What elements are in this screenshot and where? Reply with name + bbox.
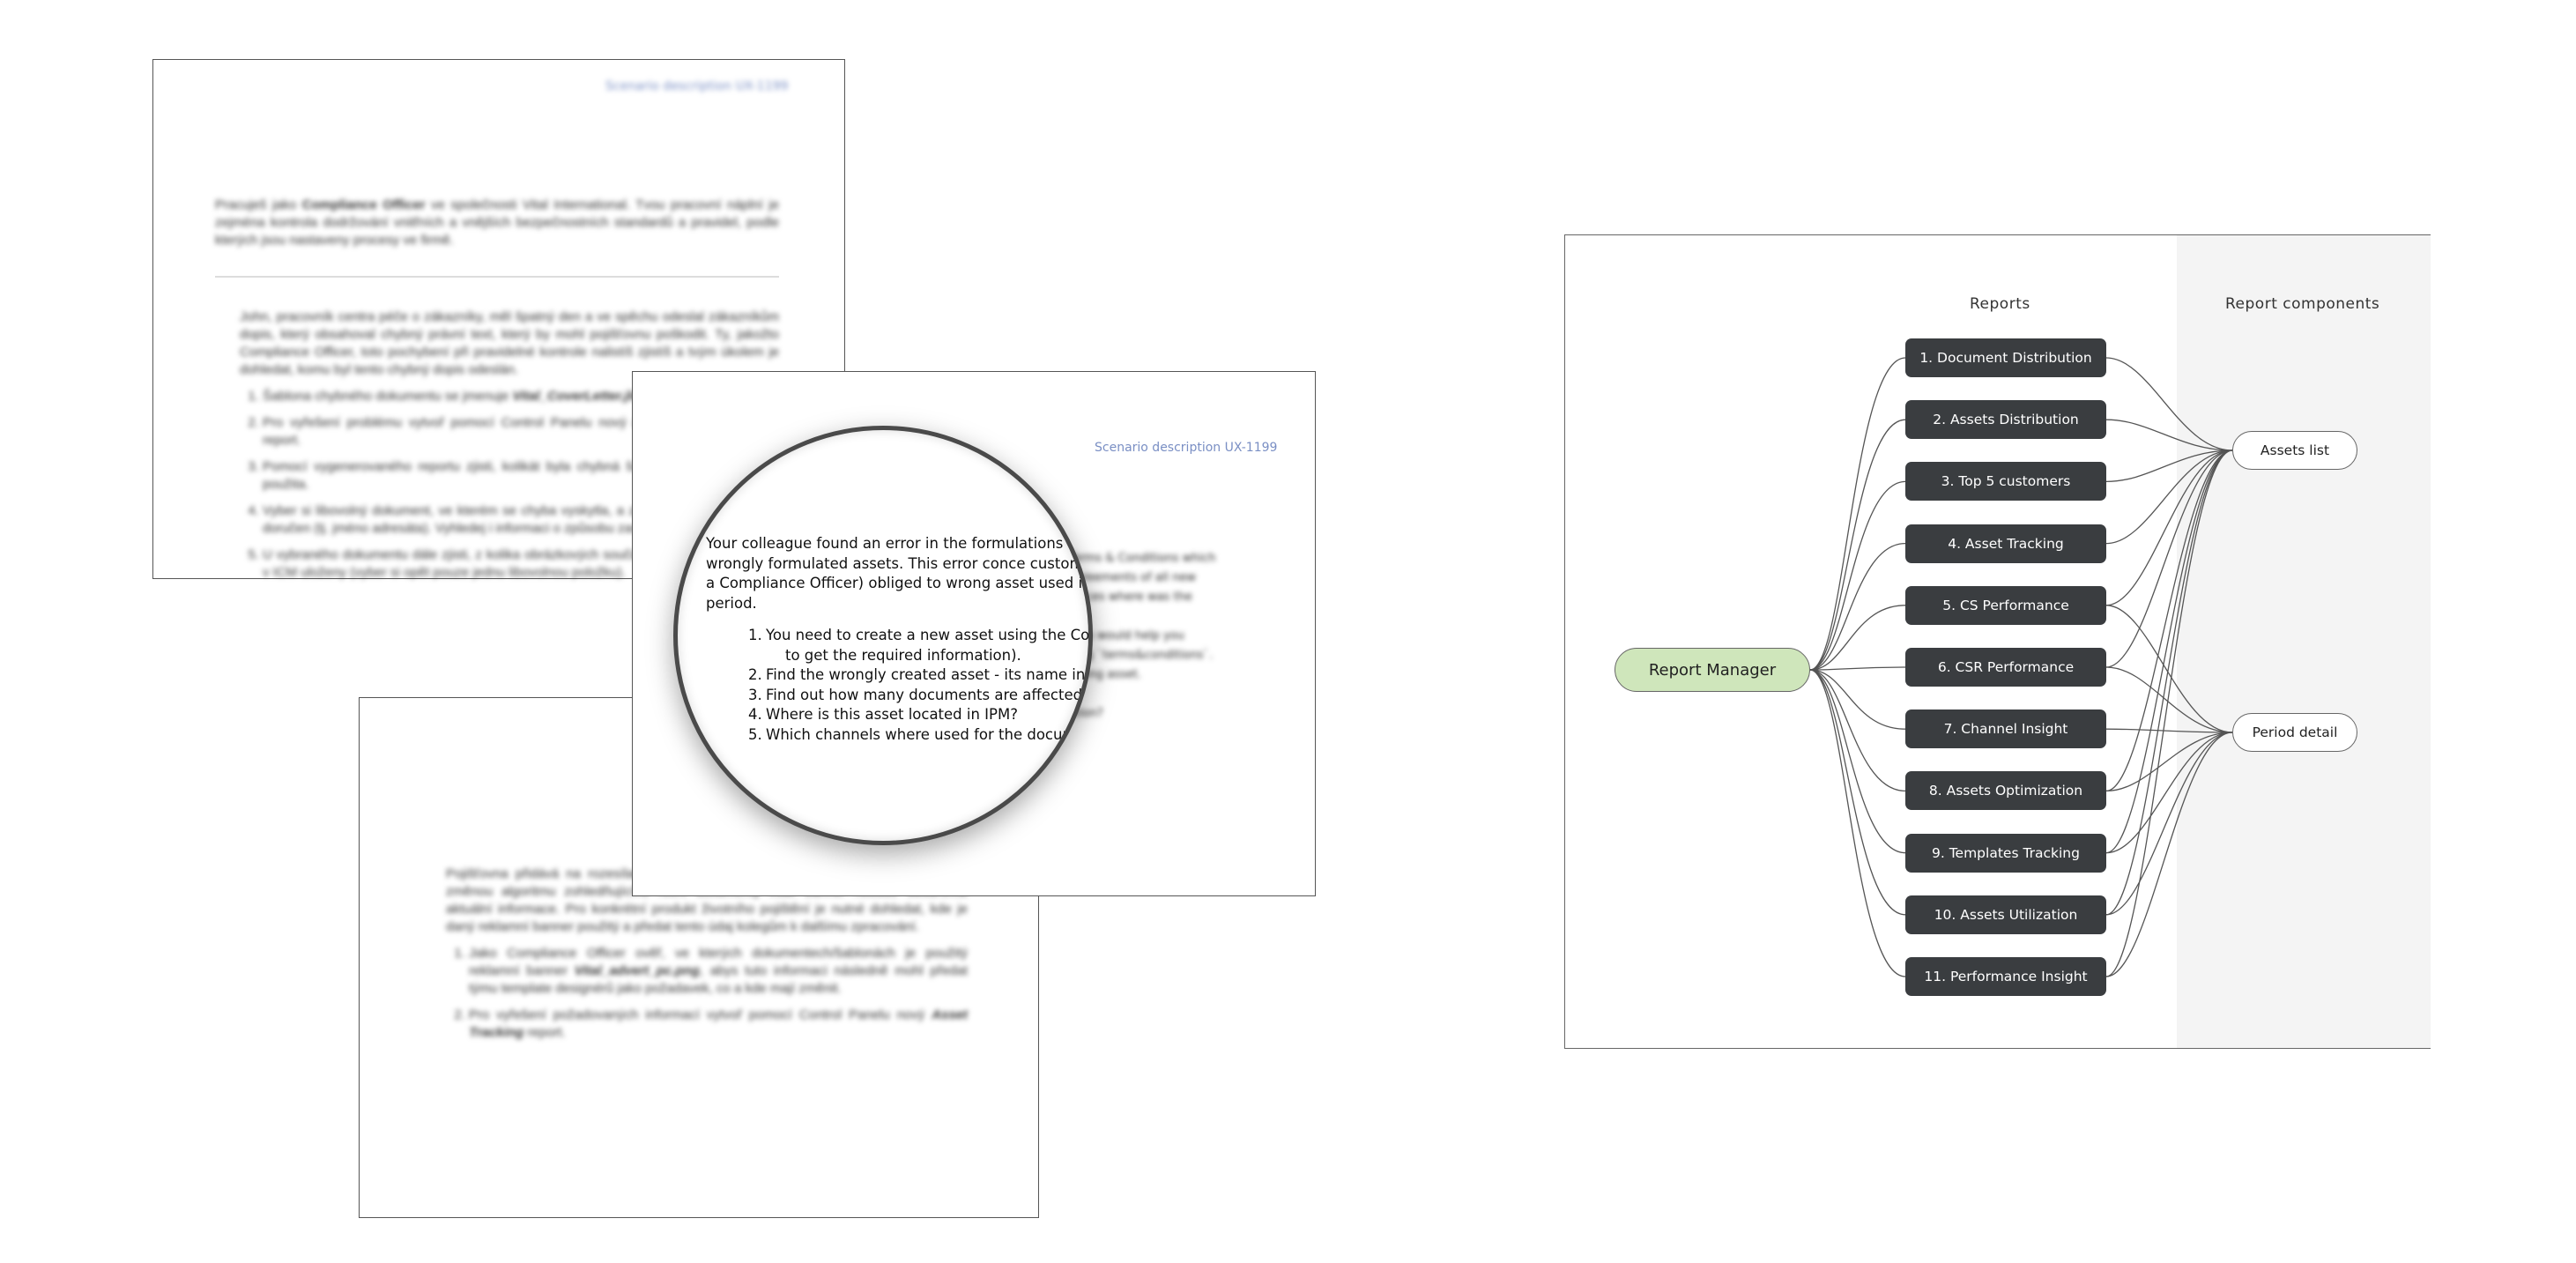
partial-text-line: Terms & Conditions which [1068,552,1216,565]
report-node: 9. Templates Tracking [1905,833,2106,873]
divider [215,276,779,278]
task-number: 5. [748,725,762,743]
connector-line [2105,732,2233,854]
task-list: Jako Compliance Officer ověř, ve kterých… [446,945,968,1042]
report-node: 1. Document Distribution [1905,338,2106,377]
task-text: You need to create a new asset using the… [766,627,1093,643]
report-node: 6. CSR Performance [1905,648,2106,687]
report-node: 7. Channel Insight [1905,710,2106,749]
connector-line [2105,449,2233,977]
report-node: 11. Performance Insight [1905,957,2106,996]
task-item: Pro vyřešení požadovaných informací vytv… [469,1007,968,1042]
magnified-task-list: 1. You need to create a new asset using t… [706,626,1093,746]
report-manager-node: Report Manager [1615,648,1810,692]
partial-text-line: agreements of all new [1068,571,1197,584]
magnified-task-item: 4. Where is this asset located in IPM? [748,705,1088,725]
partial-text-line [1068,685,1306,704]
connector-line [1809,605,1906,671]
report-node: 2. Assets Distribution [1905,400,2106,440]
scenario-header: Scenario description UX-1199 [1095,441,1278,455]
components-column-title: Report components [2225,295,2380,313]
scenario-paragraph: John, pracovník centra péče o zákazníky,… [240,309,779,377]
reports-column-title: Reports [1970,295,2030,313]
magnified-text: Your colleague found an error in the for… [706,534,1093,746]
task-item: Jako Compliance Officer ověř, ve kterých… [469,945,968,998]
connector-line [1809,419,1906,671]
partial-text-lines: Terms & Conditions which agreements of al… [1068,549,1306,724]
connector-line [2105,605,2233,733]
task-text: Find out how many documents are affected… [766,686,1093,703]
report-diagram-panel: Reports Report components Report Manager… [1564,234,2431,1049]
magnified-task-item: 5. Which channels where used for the docu… [748,725,1088,746]
partial-text-line: wrong asset. [1068,668,1142,681]
connector-line [1809,669,1906,730]
partial-text-line: (this would help you [1068,629,1184,643]
component-node: Assets list [2232,431,2357,470]
partial-text-line: ation? [1068,707,1103,720]
report-node: 3. Top 5 customers [1905,462,2106,501]
partial-text-line: places where was the [1068,591,1192,604]
task-number: 2. [748,666,762,683]
connector-line [1809,669,1906,854]
task-text: Where is this asset located in IPM? [766,706,1018,723]
connector-line [2105,666,2233,733]
magnified-task-item: 2. Find the wrongly created asset - its n… [748,665,1093,686]
scenario-header: Scenario description UX-1199 [605,79,789,93]
partial-text-line: ding `terms&conditions`. [1068,649,1214,662]
task-text: Which channels where used for the docum [766,725,1077,743]
magnified-task-item: 3. Find out how many documents are affect… [748,686,1093,706]
task-number: 3. [748,686,762,703]
task-number: 1. [748,627,762,643]
task-text: to get the required information). [785,646,1021,664]
intro-text: Pracuješ jako Compliance Officer ve spol… [215,197,779,248]
connector-line [2105,449,2233,854]
report-node: 8. Assets Optimization [1905,771,2106,811]
magnified-intro: Your colleague found an error in the for… [706,535,1093,612]
component-node: Period detail [2232,713,2357,752]
report-node: 5. CS Performance [1905,585,2106,625]
connector-line [1809,480,1906,671]
report-node: 10. Assets Utilization [1905,895,2106,934]
connector-line [1809,666,1906,671]
task-number: 4. [748,706,762,723]
partial-text-line [1068,607,1306,627]
magnifier-lens: Your colleague found an error in the for… [673,426,1093,845]
magnified-task-item: to get the required information). [766,646,1088,666]
magnified-task-item: 1. You need to create a new asset using t… [748,626,1093,646]
task-text: Find the wrongly created asset - its nam… [766,666,1093,683]
report-node: 4. Asset Tracking [1905,524,2106,563]
